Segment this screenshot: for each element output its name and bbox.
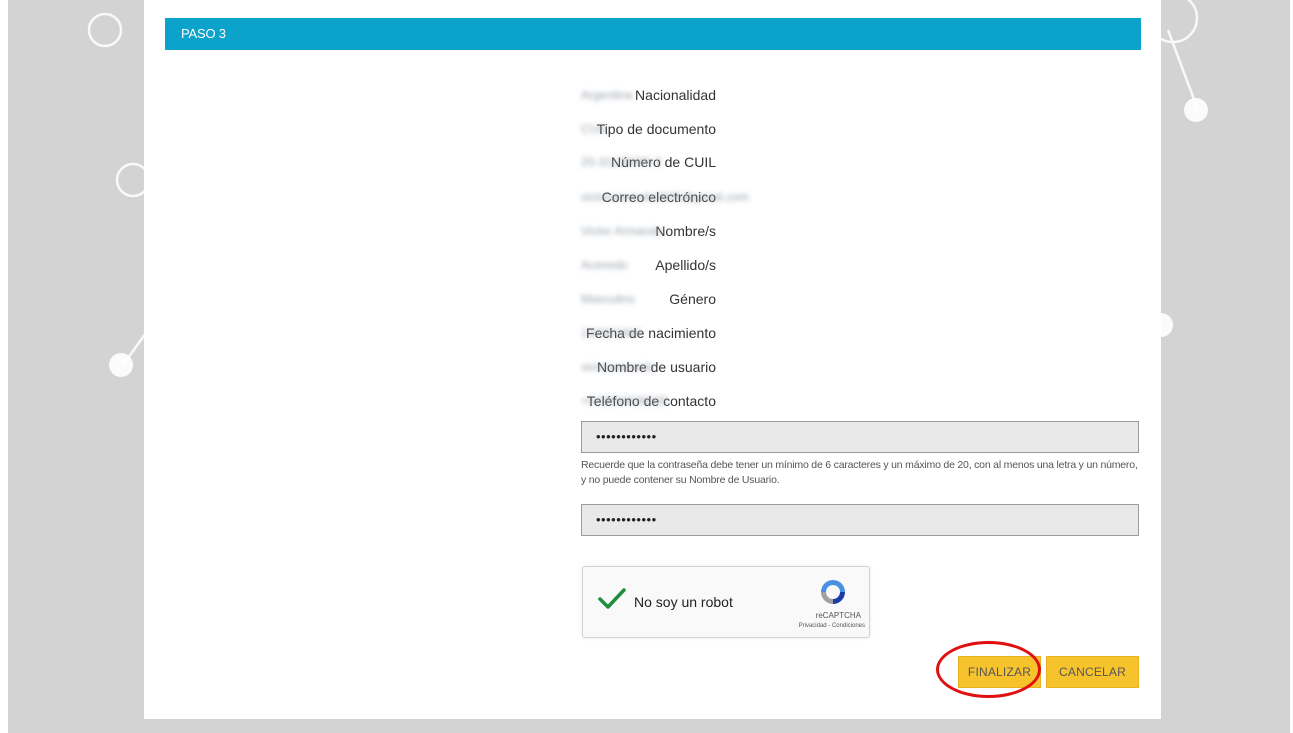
registration-card: PASO 3 Nacionalidad Argentina Tipo de do… [144, 0, 1161, 719]
field-row-fecha-nacimiento: Fecha de nacimiento 13/09/1984 [144, 323, 1161, 343]
field-label: Nacionalidad [635, 87, 716, 103]
field-label: Teléfono de contacto [586, 393, 716, 409]
finalize-button[interactable]: FINALIZAR [958, 656, 1041, 688]
recaptcha-logo-icon [821, 580, 845, 604]
field-label: Fecha de nacimiento [586, 325, 716, 341]
field-label: Tipo de documento [596, 121, 716, 137]
recaptcha-widget[interactable]: No soy un robot reCAPTCHA Privacidad - C… [582, 566, 870, 638]
field-row-telefono: Teléfono de contacto +543834536035 [144, 391, 1161, 411]
password-hint: Recuerde que la contraseña debe tener un… [581, 459, 1138, 486]
field-value: Acevedo [581, 258, 628, 272]
field-value: 20-31126095-3 [581, 155, 662, 169]
field-label: Nombre/s [655, 223, 716, 239]
recaptcha-label: No soy un robot [634, 594, 733, 610]
field-row-nombre: Nombre/s Victor Armando [144, 221, 1161, 241]
password-input[interactable]: •••••••••••• [581, 421, 1139, 453]
field-value: +543834536035 [581, 394, 669, 408]
step-header: PASO 3 [165, 18, 1141, 50]
field-value: Victor Armando [581, 224, 663, 238]
recaptcha-links[interactable]: Privacidad - Condiciones [799, 623, 865, 629]
checkmark-icon[interactable] [597, 587, 627, 611]
field-row-numero-cuil: Número de CUIL 20-31126095-3 [144, 152, 1161, 172]
field-value: victoracevedo2905@gmail.com [581, 190, 749, 204]
field-row-nacionalidad: Nacionalidad Argentina [144, 85, 1161, 105]
field-value: Argentina [581, 88, 633, 102]
field-value: Masculino [581, 292, 636, 306]
field-row-genero: Género Masculino [144, 289, 1161, 309]
field-row-apellido: Apellido/s Acevedo [144, 255, 1161, 275]
recaptcha-brand: reCAPTCHA [815, 611, 861, 620]
field-row-correo: Correo electrónico victoracevedo2905@gma… [144, 187, 1161, 207]
field-label: Nombre de usuario [596, 359, 716, 375]
field-row-nombre-usuario: Nombre de usuario victoracevedo [144, 357, 1161, 377]
field-label: Género [669, 291, 716, 307]
cancel-button[interactable]: CANCELAR [1046, 656, 1139, 688]
field-value: 13/09/1984 [581, 326, 642, 340]
field-value: CUIL [581, 122, 609, 136]
field-label: Apellido/s [655, 257, 716, 273]
field-label: Número de CUIL [610, 154, 716, 170]
field-row-tipo-documento: Tipo de documento CUIL [144, 119, 1161, 139]
field-value: victoracevedo [581, 360, 656, 374]
repeat-password-input[interactable]: •••••••••••• [581, 504, 1139, 536]
